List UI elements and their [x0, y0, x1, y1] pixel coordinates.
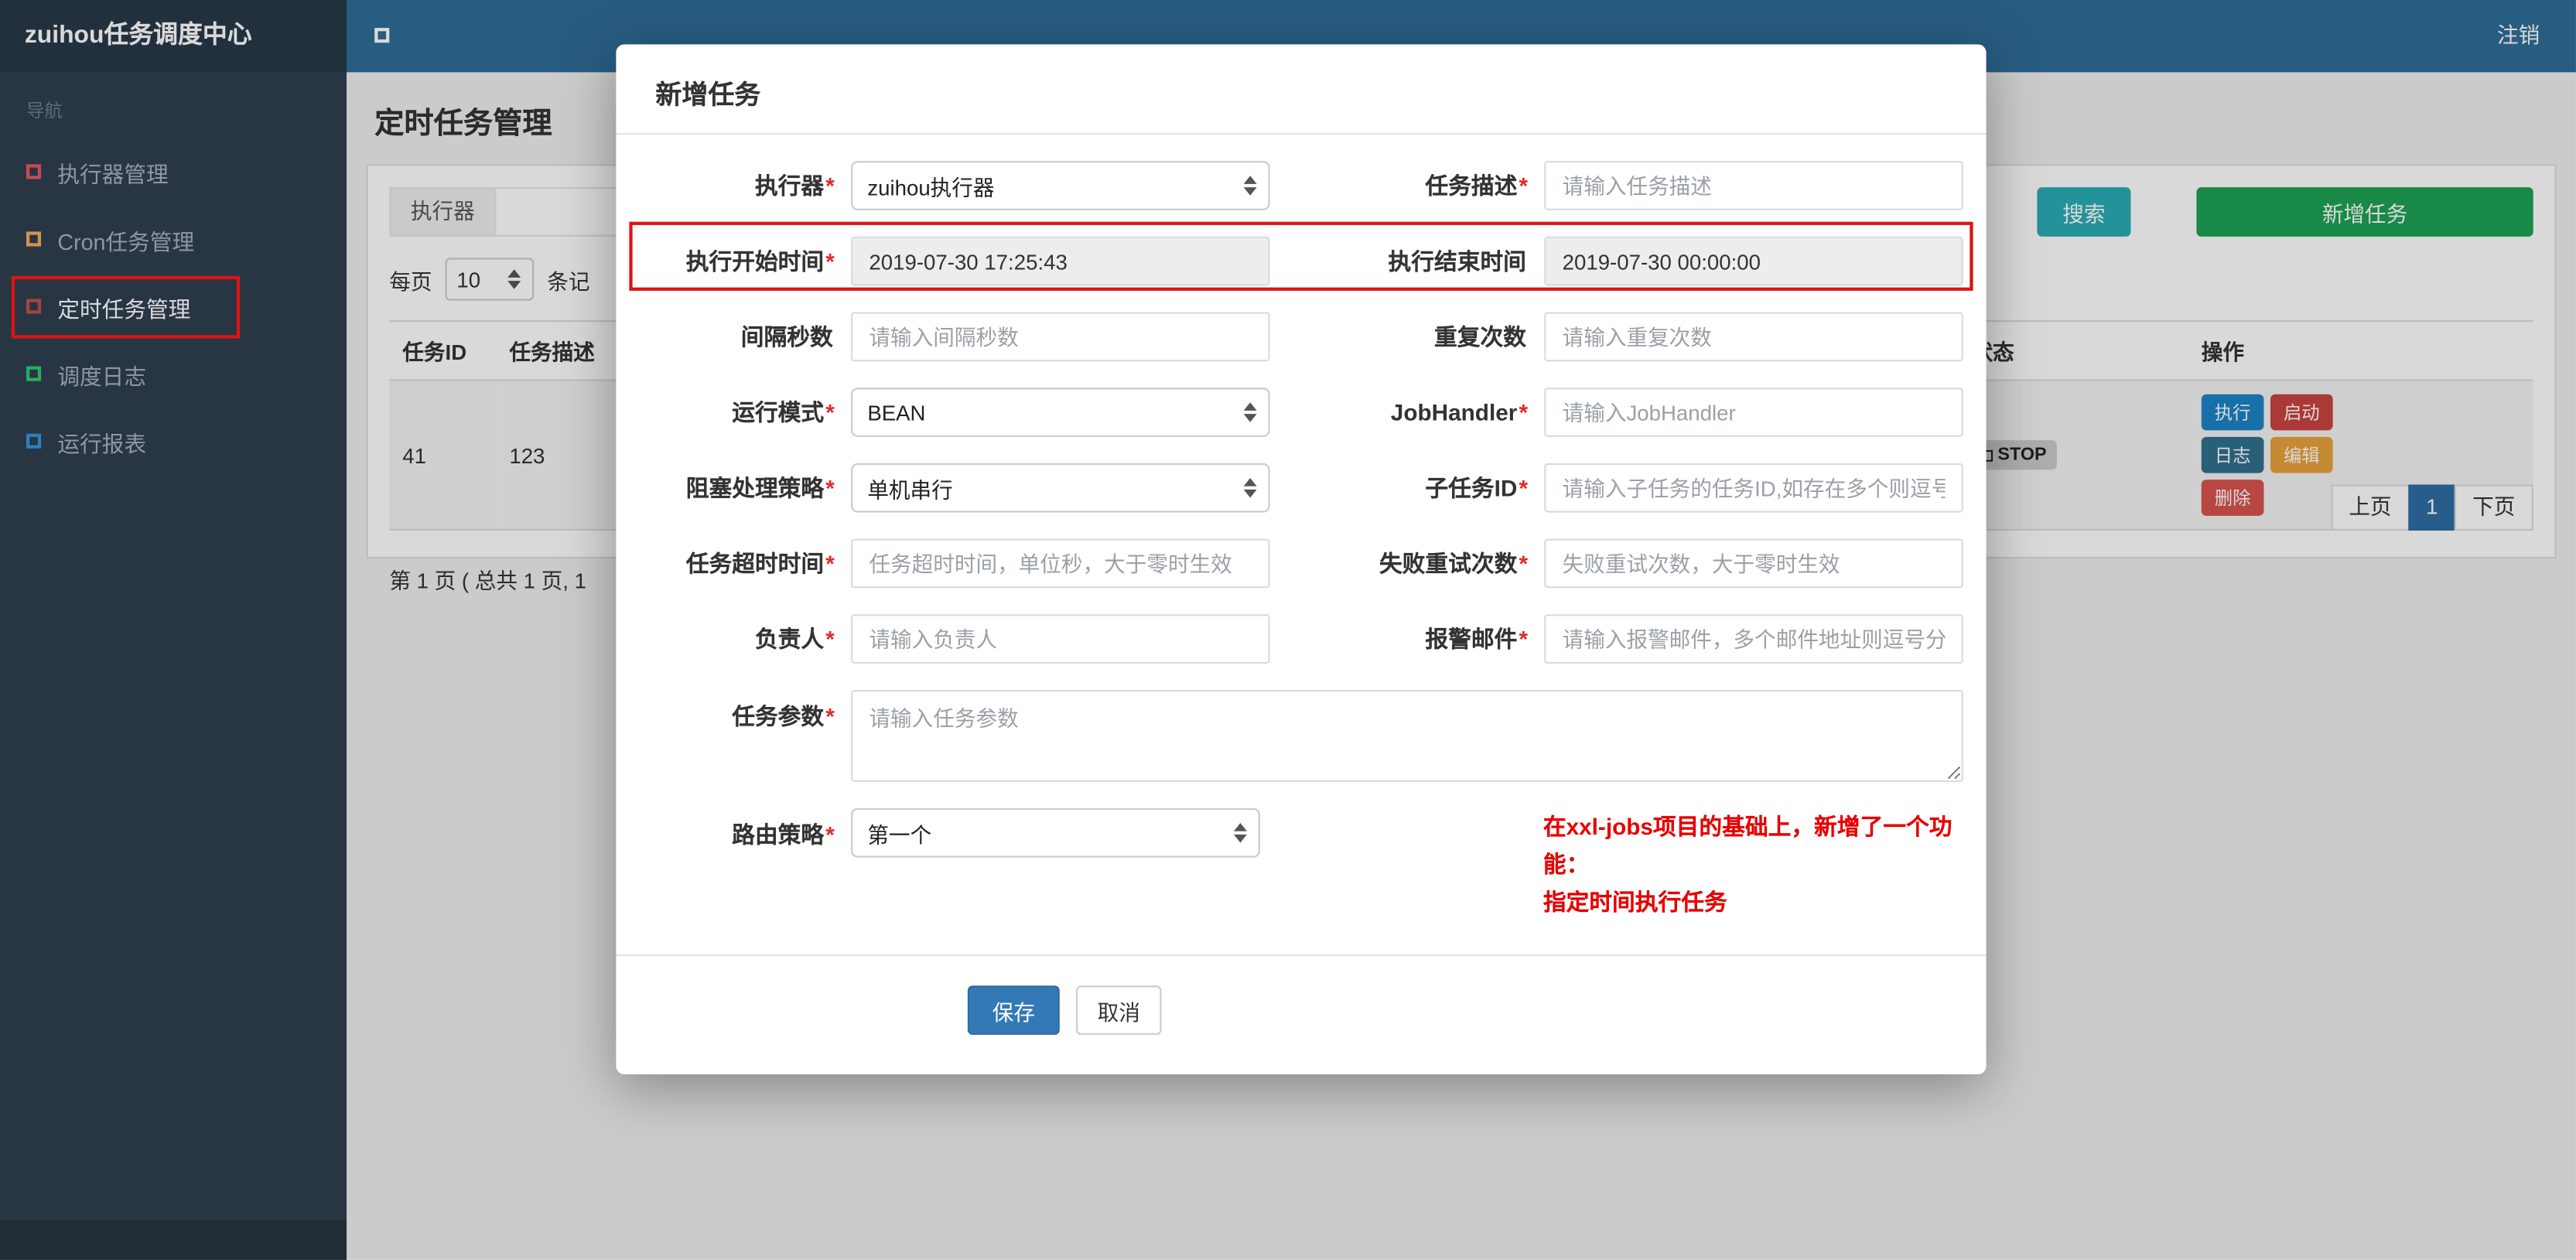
end-time-input[interactable] — [1544, 236, 1963, 286]
select-arrows-icon — [1243, 176, 1257, 196]
form-row: 任务超时时间* 失败重试次数* — [633, 538, 1963, 589]
executor-select[interactable]: zuihou执行器 — [851, 161, 1270, 210]
form-row: 路由策略 * 第一个 在xxl-jobs项目的基础上，新增了一个功能： 指定时间执… — [633, 808, 1963, 922]
retry-count-label: 失败重试次数 * — [1379, 550, 1529, 577]
add-job-modal: 新增任务 执行器* zuihou执行器 任务描述* 执行开始时间* 执行结束时间… — [616, 44, 1987, 1074]
cancel-button[interactable]: 取消 — [1076, 985, 1162, 1035]
form-row: 阻塞处理策略 * 单机串行 子任务ID * — [633, 463, 1963, 513]
run-mode-label: 运行模式 * — [732, 399, 835, 426]
interval-label: 间隔秒数 — [740, 323, 833, 350]
select-value: 单机串行 — [867, 476, 953, 502]
retry-count-input[interactable] — [1544, 538, 1963, 589]
feature-note-line1: 在xxl-jobs项目的基础上，新增了一个功能： — [1543, 813, 1952, 878]
owner-input[interactable] — [851, 614, 1270, 664]
timeout-input[interactable] — [851, 538, 1270, 589]
select-arrows-icon — [1243, 477, 1257, 498]
form-row-time: 执行开始时间* 执行结束时间 — [633, 236, 1963, 286]
form-row: 运行模式 * BEAN JobHandler * — [633, 388, 1963, 437]
run-mode-select[interactable]: BEAN — [851, 388, 1270, 437]
form-row: 任务参数 * — [633, 689, 1963, 782]
alarm-email-input[interactable] — [1544, 614, 1963, 664]
block-strategy-label: 阻塞处理策略 * — [685, 474, 835, 501]
job-params-textarea[interactable] — [851, 689, 1963, 782]
app-root: zuihou任务调度中心 注销 导航 执行器管理 Cron任务管理 定时任务管理… — [0, 0, 2576, 1260]
modal-title: 新增任务 — [616, 44, 1987, 135]
interval-input[interactable] — [851, 312, 1270, 362]
select-arrows-icon — [1234, 822, 1248, 843]
route-strategy-label: 路由策略 * — [732, 821, 835, 848]
child-job-id-input[interactable] — [1544, 463, 1963, 513]
route-strategy-select[interactable]: 第一个 — [851, 808, 1261, 858]
jobhandler-input[interactable] — [1544, 388, 1963, 437]
start-time-label: 执行开始时间 * — [685, 248, 835, 275]
executor-label: 执行器 * — [754, 172, 835, 199]
timeout-label: 任务超时时间 * — [685, 550, 835, 577]
owner-label: 负责人 * — [754, 626, 835, 653]
form-row: 执行器 * zuihou执行器 任务描述 * — [633, 161, 1963, 210]
child-job-id-label: 子任务ID * — [1425, 474, 1529, 501]
modal-footer: 保存 取消 — [616, 954, 1987, 1074]
alarm-email-label: 报警邮件 * — [1425, 626, 1529, 653]
jobhandler-label: JobHandler * — [1390, 399, 1529, 426]
select-value: BEAN — [867, 400, 926, 425]
select-value: zuihou执行器 — [867, 175, 995, 200]
end-time-label: 执行结束时间 — [1388, 248, 1526, 275]
repeat-count-label: 重复次数 — [1433, 323, 1526, 350]
job-desc-label: 任务描述 * — [1425, 172, 1529, 199]
form-row: 间隔秒数 重复次数 — [633, 312, 1963, 362]
form-row: 负责人* 报警邮件* — [633, 614, 1963, 664]
job-params-label: 任务参数 * — [732, 702, 835, 729]
block-strategy-select[interactable]: 单机串行 — [851, 463, 1270, 513]
select-arrows-icon — [1243, 402, 1257, 422]
feature-note-line2: 指定时间执行任务 — [1543, 888, 1727, 915]
start-time-input[interactable] — [851, 236, 1270, 286]
repeat-count-input[interactable] — [1544, 312, 1963, 362]
modal-body: 执行器* zuihou执行器 任务描述* 执行开始时间* 执行结束时间 间隔秒数… — [616, 135, 1986, 921]
save-button[interactable]: 保存 — [967, 985, 1060, 1035]
feature-note: 在xxl-jobs项目的基础上，新增了一个功能： 指定时间执行任务 — [1543, 808, 1963, 922]
job-desc-input[interactable] — [1544, 161, 1963, 210]
select-value: 第一个 — [867, 821, 932, 847]
